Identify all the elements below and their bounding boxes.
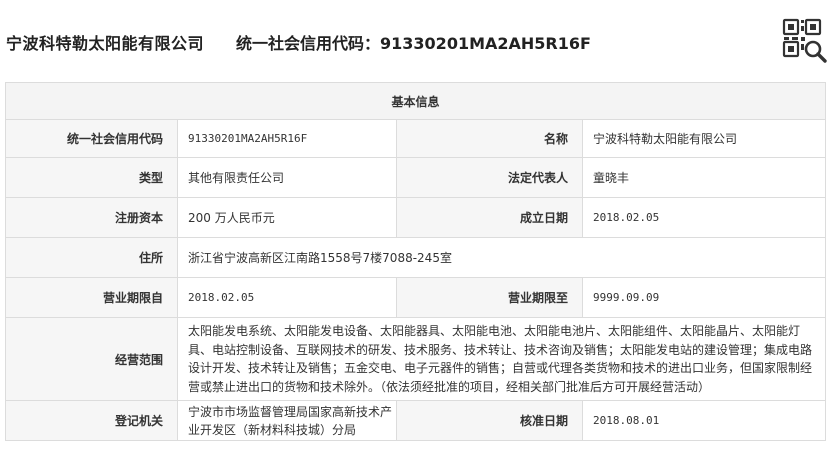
type-label: 类型 — [5, 157, 178, 198]
address-value: 浙江省宁波高新区江南路1558号7楼7088-245室 — [176, 237, 827, 278]
founded-value: 2018.02.05 — [581, 197, 827, 238]
table-row: 营业期限自 2018.02.05 营业期限至 9999.09.09 — [5, 277, 827, 318]
credit-code-heading: 统一社会信用代码：91330201MA2AH5R16F — [236, 30, 591, 54]
scope-value: 太阳能发电系统、太阳能发电设备、太阳能器具、太阳能电池、太阳能电池片、太阳能组件… — [176, 317, 827, 401]
company-title: 宁波科特勒太阳能有限公司 — [6, 34, 205, 53]
legal-rep-value: 童晓丰 — [581, 157, 827, 198]
type-value: 其他有限责任公司 — [177, 157, 397, 198]
name-value: 宁波科特勒太阳能有限公司 — [581, 119, 827, 158]
table-row: 经营范围 太阳能发电系统、太阳能发电设备、太阳能器具、太阳能电池、太阳能电池片、… — [5, 317, 827, 401]
table-row: 住所 浙江省宁波高新区江南路1558号7楼7088-245室 — [5, 237, 827, 278]
term-to-label: 营业期限至 — [396, 277, 583, 318]
capital-label: 注册资本 — [5, 197, 178, 238]
table-row: 统一社会信用代码 91330201MA2AH5R16F 名称 宁波科特勒太阳能有… — [5, 119, 827, 158]
credit-code-heading-value: 91330201MA2AH5R16F — [380, 34, 591, 53]
qr-code-search-icon[interactable] — [782, 18, 828, 64]
table-row: 类型 其他有限责任公司 法定代表人 童晓丰 — [5, 157, 827, 198]
founded-label: 成立日期 — [396, 197, 583, 238]
term-to-value: 9999.09.09 — [581, 277, 827, 318]
table-row: 注册资本 200 万人民币元 成立日期 2018.02.05 — [5, 197, 827, 238]
approval-label: 核准日期 — [396, 400, 583, 441]
authority-value: 宁波市市场监督管理局国家高新技术产业开发区（新材料科技城）分局 — [177, 400, 397, 441]
credit-code-value: 91330201MA2AH5R16F — [177, 119, 397, 158]
capital-value: 200 万人民币元 — [177, 197, 397, 238]
term-from-label: 营业期限自 — [5, 277, 178, 318]
page-header: 宁波科特勒太阳能有限公司 统一社会信用代码：91330201MA2AH5R16F — [0, 0, 831, 80]
credit-code-label: 统一社会信用代码 — [5, 119, 178, 158]
table-row: 登记机关 宁波市市场监督管理局国家高新技术产业开发区（新材料科技城）分局 核准日… — [5, 400, 827, 441]
term-from-value: 2018.02.05 — [177, 277, 397, 318]
legal-rep-label: 法定代表人 — [396, 157, 583, 198]
address-label: 住所 — [5, 237, 178, 278]
authority-label: 登记机关 — [5, 400, 178, 441]
name-label: 名称 — [396, 119, 583, 158]
scope-label: 经营范围 — [5, 317, 178, 401]
basic-info-table: 基本信息 统一社会信用代码 91330201MA2AH5R16F 名称 宁波科特… — [4, 82, 827, 441]
credit-code-heading-label: 统一社会信用代码： — [236, 34, 381, 53]
approval-value: 2018.08.01 — [581, 400, 827, 441]
section-title: 基本信息 — [4, 82, 827, 120]
